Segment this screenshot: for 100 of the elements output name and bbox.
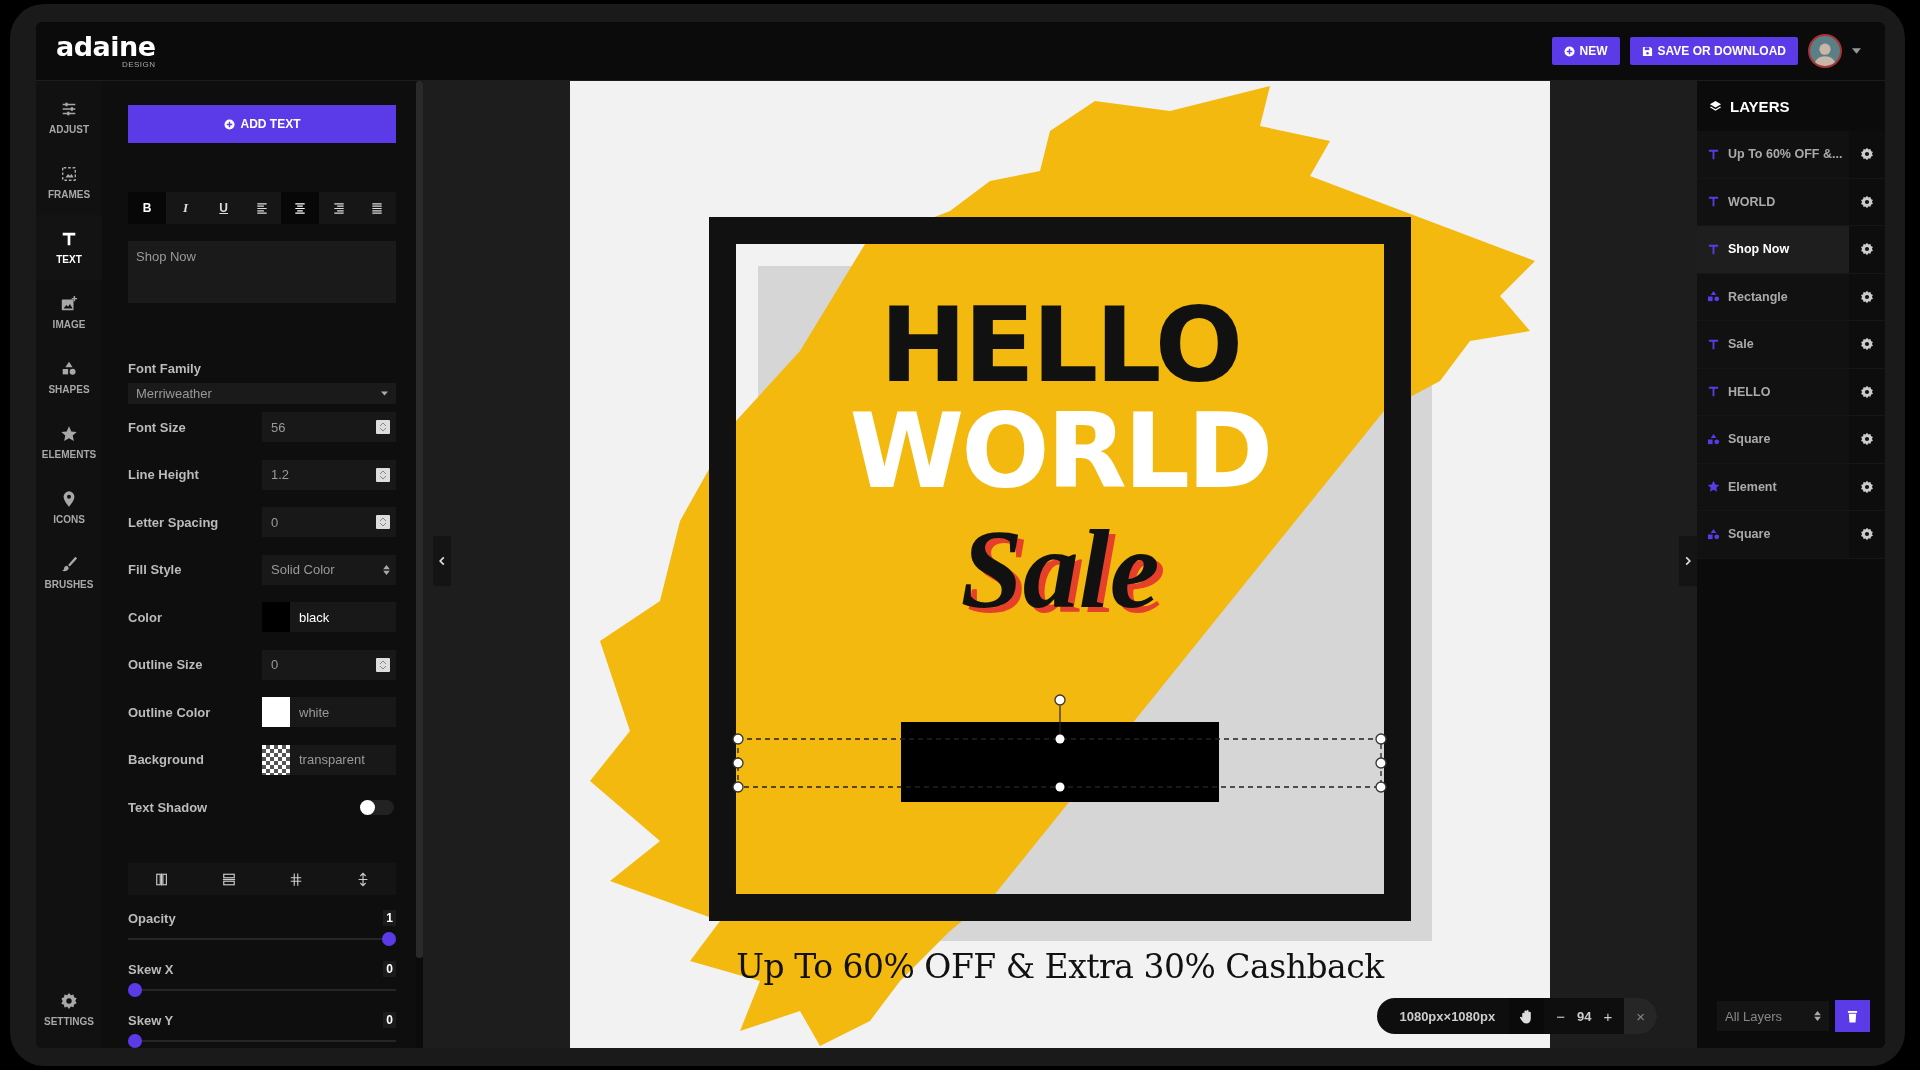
number-input-field[interactable]: 56 bbox=[262, 412, 396, 443]
slider-label: Opacity bbox=[128, 910, 176, 926]
shapes-icon bbox=[1707, 290, 1720, 304]
letter-t-icon bbox=[1707, 242, 1720, 256]
field-label: Line Height bbox=[128, 467, 199, 483]
field-label: Background bbox=[128, 752, 204, 768]
zoom-out-button[interactable]: − bbox=[1554, 1007, 1567, 1025]
headline-text: HELLO bbox=[878, 293, 1242, 397]
layer-item[interactable]: Element bbox=[1697, 463, 1849, 510]
expand-button[interactable] bbox=[1679, 536, 1697, 586]
stepper-icon bbox=[376, 420, 390, 435]
number-input-field[interactable]: 0 bbox=[262, 649, 396, 680]
align-right-icon bbox=[331, 200, 346, 216]
slider-value: 0 bbox=[383, 961, 396, 977]
settings-icon bbox=[1860, 289, 1874, 304]
color-input-field[interactable]: black bbox=[262, 602, 396, 633]
letter-t-icon bbox=[60, 230, 78, 248]
justify-icon bbox=[369, 200, 384, 216]
settings-icon bbox=[1860, 432, 1874, 447]
font-family-select[interactable]: Merriweather bbox=[128, 383, 396, 404]
star-icon bbox=[1707, 480, 1720, 494]
transparent-swatch[interactable] bbox=[262, 744, 290, 775]
zoom-value: 94 bbox=[1577, 1008, 1592, 1024]
slider-label: Skew Y bbox=[128, 1012, 174, 1028]
close-button[interactable]: × bbox=[1624, 998, 1657, 1034]
fill-style-select[interactable]: Solid Color bbox=[262, 554, 396, 585]
field-label: Text Shadow bbox=[128, 799, 208, 815]
up-down-caret-icon bbox=[1814, 1011, 1821, 1021]
pan-tool-button[interactable] bbox=[1509, 998, 1545, 1034]
field-label: Font Family bbox=[128, 361, 202, 376]
image-add-icon bbox=[60, 295, 78, 313]
layer-item[interactable]: Square bbox=[1697, 416, 1849, 463]
layer-item[interactable]: Sale bbox=[1697, 321, 1849, 368]
center-horizontal-icon bbox=[221, 871, 236, 887]
trash-icon bbox=[1847, 1009, 1858, 1023]
field-label: Fill Style bbox=[128, 562, 182, 578]
field-label: Font Size bbox=[128, 419, 186, 435]
settings-icon bbox=[60, 992, 78, 1010]
layer-item[interactable]: WORLD bbox=[1697, 178, 1849, 225]
align-center-button[interactable] bbox=[281, 192, 320, 224]
letter-t-icon bbox=[1707, 385, 1720, 399]
headline-text: WORLD bbox=[848, 399, 1272, 503]
save-button[interactable]: SAVE OR DOWNLOAD bbox=[1629, 37, 1798, 65]
caption-text: Up To 60% OFF & Extra 30% Cashback bbox=[735, 947, 1386, 987]
shapes-icon bbox=[1707, 527, 1720, 541]
zoom-in-button[interactable]: + bbox=[1601, 1007, 1615, 1025]
plus-circle-icon bbox=[223, 118, 235, 130]
frame-icon bbox=[60, 165, 78, 183]
field-label: Outline Size bbox=[128, 657, 203, 673]
slider-thumb[interactable] bbox=[128, 983, 142, 997]
layer-item[interactable]: Rectangle bbox=[1697, 273, 1849, 320]
selection-box[interactable] bbox=[732, 694, 1387, 793]
dropdown-caret-icon bbox=[1852, 48, 1861, 54]
star-icon bbox=[60, 425, 78, 443]
slider-label: Skew X bbox=[128, 961, 174, 977]
number-input-field[interactable]: 0 bbox=[262, 507, 396, 538]
scrollbar[interactable] bbox=[416, 81, 423, 958]
settings-icon bbox=[1860, 527, 1874, 542]
field-label: Color bbox=[128, 609, 162, 625]
settings-icon bbox=[1860, 147, 1874, 162]
color-swatch[interactable] bbox=[262, 697, 290, 728]
slider-thumb[interactable] bbox=[382, 932, 396, 946]
layer-item[interactable]: Shop Now bbox=[1697, 226, 1849, 273]
letter-t-icon bbox=[1707, 147, 1720, 161]
new-button[interactable]: NEW bbox=[1551, 37, 1620, 65]
text-input-field[interactable]: Shop Now bbox=[128, 241, 396, 303]
collapse-button[interactable] bbox=[433, 536, 451, 586]
stepper-icon bbox=[376, 657, 390, 672]
toggle-switch[interactable] bbox=[360, 799, 394, 815]
add-text-button[interactable]: ADD TEXT bbox=[128, 105, 396, 143]
stepper-icon bbox=[376, 515, 390, 530]
color-swatch[interactable] bbox=[262, 602, 290, 633]
logo: adaine bbox=[56, 33, 156, 60]
field-label: Letter Spacing bbox=[128, 514, 219, 530]
delete-button[interactable] bbox=[1835, 1000, 1870, 1032]
field-label: Outline Color bbox=[128, 704, 211, 720]
sliders-icon bbox=[60, 100, 78, 118]
slider-thumb[interactable] bbox=[128, 1034, 142, 1048]
settings-icon bbox=[1860, 479, 1874, 494]
color-input-field[interactable]: white bbox=[262, 697, 396, 728]
settings-icon bbox=[1860, 194, 1874, 209]
color-input-field[interactable]: transparent bbox=[262, 744, 396, 775]
settings-icon bbox=[1860, 384, 1874, 399]
layer-item[interactable]: HELLO bbox=[1697, 368, 1849, 415]
bold-button[interactable]: B bbox=[128, 192, 167, 224]
letter-t-icon bbox=[1707, 337, 1720, 351]
layer-item[interactable]: Square bbox=[1697, 511, 1849, 558]
layer-filter-select[interactable]: All Layers bbox=[1717, 1001, 1829, 1031]
stepper-icon bbox=[376, 467, 390, 482]
letter-t-icon bbox=[1707, 195, 1720, 209]
panel-title: LAYERS bbox=[1730, 97, 1790, 115]
headline-text: Sale bbox=[959, 513, 1161, 625]
canvas-size-label: 1080px×1080px bbox=[1399, 1008, 1496, 1024]
brush-icon bbox=[60, 555, 78, 573]
slider-value: 1 bbox=[383, 910, 396, 926]
slider-value: 0 bbox=[383, 1012, 396, 1028]
layer-item[interactable]: Up To 60% OFF &... bbox=[1697, 131, 1849, 178]
avatar[interactable] bbox=[1808, 34, 1842, 68]
shapes-icon bbox=[1707, 432, 1720, 446]
number-input-field[interactable]: 1.2 bbox=[262, 459, 396, 490]
